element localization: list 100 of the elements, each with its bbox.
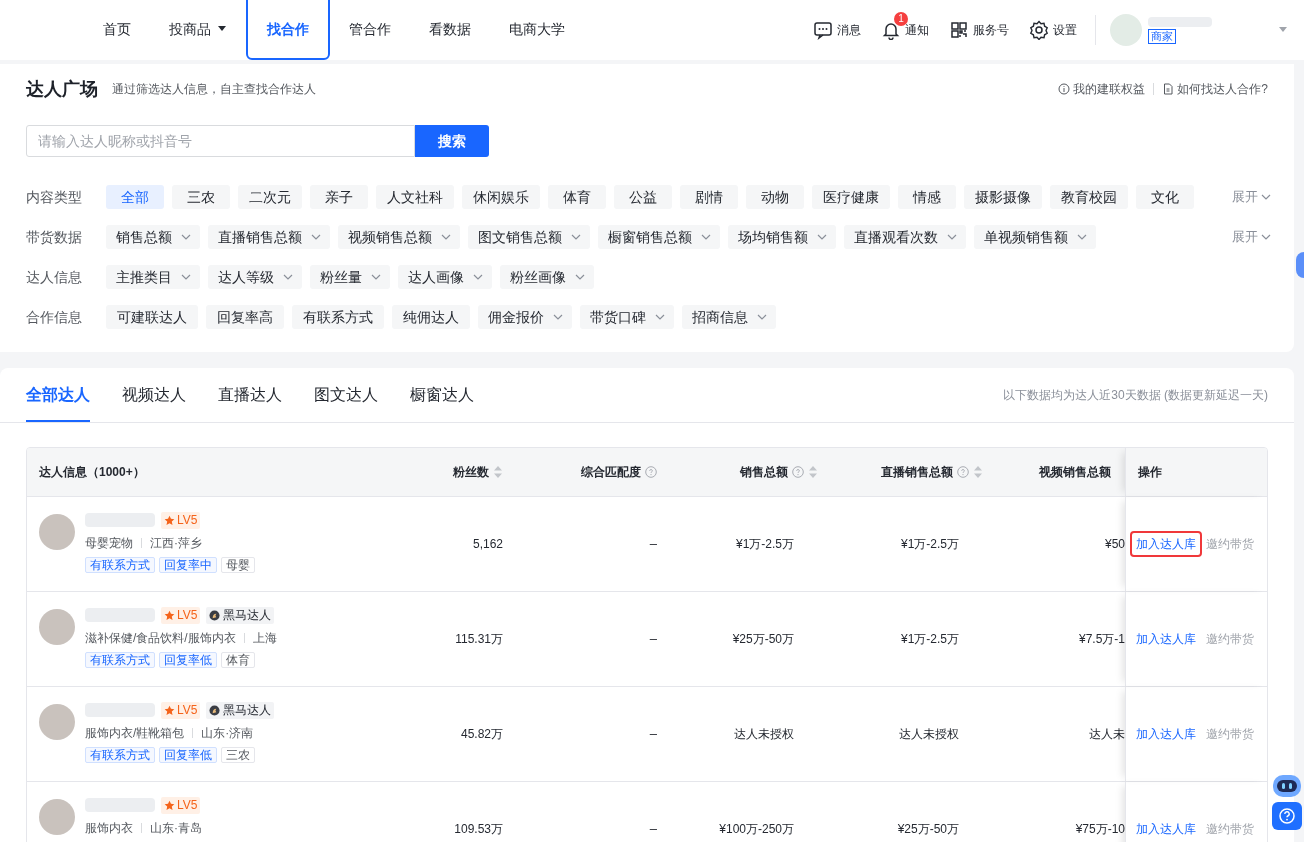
filter-chip[interactable]: 三农 xyxy=(172,185,230,209)
tag: 回复率低 xyxy=(159,747,217,763)
avatar-placeholder xyxy=(39,704,75,740)
column-header[interactable]: 视频销售总额 xyxy=(1039,463,1111,481)
nav-tab[interactable]: 看数据 xyxy=(410,0,490,60)
add-to-library-link[interactable]: 加入达人库 xyxy=(1130,816,1202,842)
filter-dropdown[interactable]: 粉丝画像 xyxy=(500,265,594,289)
tag: 回复率低 xyxy=(159,652,217,668)
nav-action[interactable]: 设置 xyxy=(1029,20,1077,40)
message-icon xyxy=(813,20,833,40)
column-header[interactable]: 达人信息（1000+） xyxy=(39,463,145,481)
detail-text: 山东·济南 xyxy=(201,725,254,742)
filter-chip[interactable]: 全部 xyxy=(106,185,164,209)
table-cell-text: ¥50 xyxy=(1103,536,1125,553)
table-cell-text: – xyxy=(648,820,658,839)
filter-chip[interactable]: 人文社科 xyxy=(376,185,454,209)
nav-action-label: 服务号 xyxy=(973,22,1009,39)
search-button[interactable]: 搜索 xyxy=(415,125,489,157)
add-to-library-link[interactable]: 加入达人库 xyxy=(1130,626,1202,652)
help-icon[interactable] xyxy=(645,466,657,478)
table-cell-text: 115.31万 xyxy=(454,631,504,648)
nav-tab[interactable]: 找合作 xyxy=(246,0,330,60)
filter-chip[interactable]: 有联系方式 xyxy=(292,305,384,329)
avatar-placeholder xyxy=(39,609,75,645)
filter-dropdown[interactable]: 达人画像 xyxy=(398,265,492,289)
tab[interactable]: 橱窗达人 xyxy=(410,368,474,422)
filter-dropdown[interactable]: 佣金报价 xyxy=(478,305,572,329)
filter-dropdown[interactable]: 直播销售总额 xyxy=(208,225,330,249)
filter-dropdown[interactable]: 招商信息 xyxy=(682,305,776,329)
filter-dropdown[interactable]: 视频销售总额 xyxy=(338,225,460,249)
search-field[interactable]: 请输入达人昵称或抖音号 xyxy=(26,125,415,157)
nav-action-label: 设置 xyxy=(1053,22,1077,39)
filter-chip[interactable]: 公益 xyxy=(614,185,672,209)
column-header[interactable]: 综合匹配度 xyxy=(581,463,657,481)
column-header[interactable]: 直播销售总额 xyxy=(881,463,983,481)
nav-tab[interactable]: 投商品 xyxy=(150,0,246,60)
floating-tab-icon[interactable] xyxy=(1296,252,1304,278)
avatar-placeholder xyxy=(39,799,75,835)
filter-dropdown[interactable]: 销售总额 xyxy=(106,225,200,249)
tab[interactable]: 图文达人 xyxy=(314,368,378,422)
add-to-library-link[interactable]: 加入达人库 xyxy=(1130,531,1202,557)
detail-text: 服饰内衣/鞋靴箱包 xyxy=(85,725,185,742)
filter-dropdown[interactable]: 带货口碑 xyxy=(580,305,674,329)
table-cell-text: ¥1万-2.5万 xyxy=(899,631,960,648)
filter-chip[interactable]: 情感 xyxy=(898,185,956,209)
column-header[interactable]: 销售总额 xyxy=(740,463,818,481)
help-link[interactable]: 我的建联权益 xyxy=(1058,80,1146,98)
document-icon xyxy=(1162,83,1175,95)
detail-text: 母婴宠物 xyxy=(85,535,133,552)
filter-chip[interactable]: 纯佣达人 xyxy=(392,305,470,329)
filter-chip[interactable]: 剧情 xyxy=(680,185,738,209)
filter-chip[interactable]: 回复率高 xyxy=(206,305,284,329)
filter-label: 达人信息 xyxy=(26,267,83,287)
tag: 三农 xyxy=(221,747,255,763)
help-icon[interactable] xyxy=(957,466,969,478)
nav-action[interactable]: 服务号 xyxy=(949,20,1009,40)
sort-icon[interactable] xyxy=(973,465,983,479)
filter-chip[interactable]: 医疗健康 xyxy=(812,185,890,209)
filter-dropdown[interactable]: 单视频销售额 xyxy=(974,225,1096,249)
filter-dropdown[interactable]: 达人等级 xyxy=(208,265,302,289)
detail-text: 江西·萍乡 xyxy=(150,535,202,552)
help-icon[interactable] xyxy=(1272,802,1302,830)
tag: 母婴 xyxy=(221,557,255,573)
filter-chip[interactable]: 可建联达人 xyxy=(106,305,198,329)
filter-chip[interactable]: 摄影摄像 xyxy=(964,185,1042,209)
level-badge: LV5 xyxy=(161,606,201,624)
help-icon[interactable] xyxy=(792,466,804,478)
tab[interactable]: 视频达人 xyxy=(122,368,186,422)
table-cell-text: ¥7.5万-1 xyxy=(1077,631,1125,648)
nav-action[interactable]: 消息 xyxy=(813,20,861,40)
table-cell-text: – xyxy=(648,630,658,649)
column-header[interactable]: 操作 xyxy=(1138,463,1162,481)
column-header[interactable]: 粉丝数 xyxy=(453,463,503,481)
filter-dropdown[interactable]: 粉丝量 xyxy=(310,265,390,289)
nav-tab[interactable]: 管合作 xyxy=(330,0,410,60)
filter-chip[interactable]: 动物 xyxy=(746,185,804,209)
help-link[interactable]: 如何找达人合作? xyxy=(1162,80,1268,98)
filter-dropdown[interactable]: 主推类目 xyxy=(106,265,200,289)
sort-icon[interactable] xyxy=(808,465,818,479)
filter-chip[interactable]: 二次元 xyxy=(238,185,302,209)
nav-tab[interactable]: 首页 xyxy=(84,0,150,60)
filter-dropdown[interactable]: 直播观看次数 xyxy=(844,225,966,249)
filter-dropdown[interactable]: 橱窗销售总额 xyxy=(598,225,720,249)
robot-icon[interactable] xyxy=(1272,772,1302,800)
sort-icon[interactable] xyxy=(493,465,503,479)
filter-chip[interactable]: 休闲娱乐 xyxy=(462,185,540,209)
filter-dropdown[interactable]: 图文销售总额 xyxy=(468,225,590,249)
filter-chip[interactable]: 亲子 xyxy=(310,185,368,209)
nav-tab[interactable]: 电商大学 xyxy=(490,0,584,60)
tab[interactable]: 全部达人 xyxy=(26,368,90,422)
filter-chip[interactable]: 文化 xyxy=(1136,185,1194,209)
filter-dropdown[interactable]: 场均销售额 xyxy=(728,225,836,249)
filter-label: 带货数据 xyxy=(26,227,83,247)
horse-icon xyxy=(209,704,221,716)
filter-chip[interactable]: 体育 xyxy=(548,185,606,209)
add-to-library-link[interactable]: 加入达人库 xyxy=(1130,721,1202,747)
star-icon xyxy=(164,704,175,716)
tab[interactable]: 直播达人 xyxy=(218,368,282,422)
caret-icon[interactable] xyxy=(1278,26,1288,34)
filter-chip[interactable]: 教育校园 xyxy=(1050,185,1128,209)
